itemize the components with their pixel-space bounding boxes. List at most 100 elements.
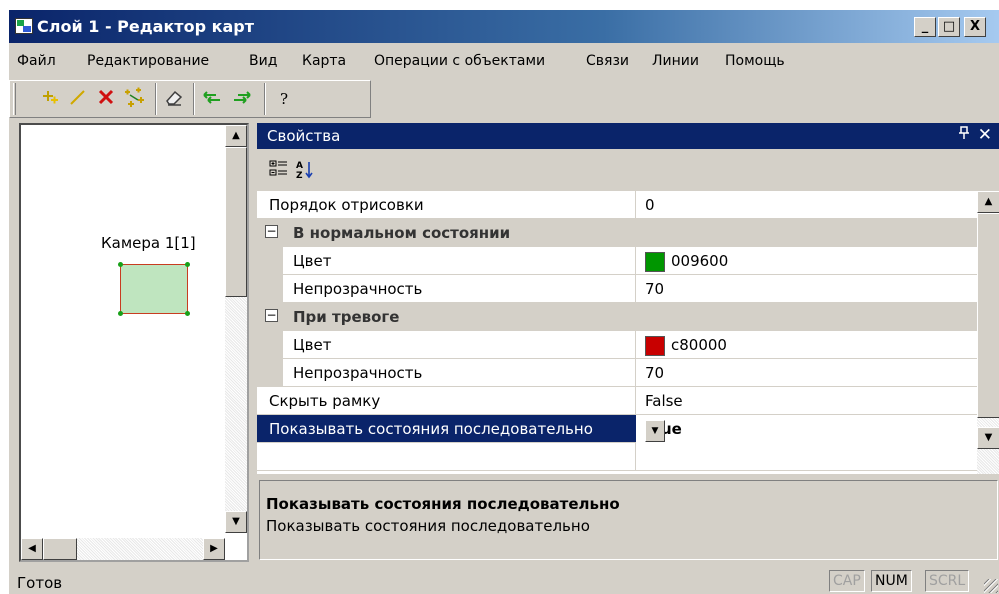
- draw-line-icon[interactable]: [65, 86, 91, 112]
- property-row[interactable]: Порядок отрисовки 0: [257, 191, 977, 219]
- scroll-thumb[interactable]: [225, 147, 247, 297]
- property-row[interactable]: Цвет 009600: [257, 247, 977, 275]
- status-text: Готов: [17, 574, 63, 592]
- num-lock-indicator: NUM: [871, 570, 912, 592]
- property-name: Непрозрачность: [293, 280, 423, 298]
- scroll-left-icon[interactable]: ◀: [21, 538, 43, 560]
- pin-icon[interactable]: [958, 126, 970, 144]
- category-name: В нормальном состоянии: [293, 224, 511, 242]
- toolbar-grip[interactable]: [13, 83, 16, 115]
- camera-zone[interactable]: [118, 262, 190, 316]
- property-row[interactable]: Скрыть рамку False: [257, 387, 977, 415]
- column-divider[interactable]: [635, 331, 636, 359]
- minimize-button[interactable]: _: [914, 17, 936, 37]
- menu-bar: Файл Редактирование Вид Карта Операции с…: [9, 48, 999, 74]
- map-editor-app-icon: [15, 18, 33, 34]
- map-horizontal-scrollbar[interactable]: ◀ ▶: [21, 538, 225, 560]
- menu-help[interactable]: Помощь: [725, 53, 785, 69]
- toolbar-separator: [264, 83, 266, 115]
- property-name: Показывать состояния последовательно: [269, 420, 593, 438]
- color-swatch: [645, 252, 665, 272]
- add-point-icon[interactable]: [37, 86, 63, 112]
- scroll-thumb[interactable]: [977, 213, 999, 418]
- property-value[interactable]: 009600: [671, 252, 728, 270]
- help-icon[interactable]: ?: [271, 86, 297, 112]
- properties-toolbar: AZ: [257, 149, 999, 191]
- scroll-up-icon[interactable]: ▲: [977, 191, 999, 213]
- column-divider[interactable]: [635, 191, 636, 219]
- panel-splitter[interactable]: [249, 123, 257, 562]
- caps-lock-indicator: CAP: [829, 570, 865, 592]
- property-grid: Порядок отрисовки 0 − В нормальном состо…: [257, 191, 977, 474]
- scroll-down-icon[interactable]: ▼: [977, 427, 999, 449]
- resize-handle[interactable]: [118, 311, 123, 316]
- column-divider[interactable]: [635, 359, 636, 387]
- column-divider[interactable]: [635, 275, 636, 303]
- collapse-icon[interactable]: −: [265, 225, 278, 238]
- property-row-empty: [257, 443, 977, 471]
- menu-view[interactable]: Вид: [249, 53, 277, 69]
- app-window: Слой 1 - Редактор карт _ □ X Файл Редакт…: [8, 9, 999, 594]
- property-value[interactable]: 0: [645, 196, 655, 214]
- properties-panel: Свойства ✕ AZ Порядок отрисовки 0 − В но…: [257, 123, 999, 562]
- scroll-up-icon[interactable]: ▲: [225, 125, 247, 147]
- edit-points-icon[interactable]: [121, 86, 147, 112]
- property-row-selected[interactable]: Показывать состояния последовательно Tru…: [257, 415, 977, 443]
- color-swatch: [645, 336, 665, 356]
- toolbar-frame: [9, 80, 371, 118]
- property-category[interactable]: − При тревоге: [257, 303, 977, 331]
- map-canvas[interactable]: Камера 1[1] ▲ ▼ ◀ ▶: [19, 123, 249, 562]
- property-category[interactable]: − В нормальном состоянии: [257, 219, 977, 247]
- property-value[interactable]: 70: [645, 280, 664, 298]
- close-button[interactable]: X: [964, 17, 986, 37]
- column-divider[interactable]: [635, 247, 636, 275]
- camera-label: Камера 1[1]: [101, 234, 196, 252]
- property-description: Показывать состояния последовательно Пок…: [259, 480, 998, 560]
- property-value[interactable]: False: [645, 392, 683, 410]
- map-vertical-scrollbar[interactable]: ▲ ▼: [225, 125, 247, 533]
- title-bar[interactable]: Слой 1 - Редактор карт _ □ X: [9, 10, 999, 43]
- properties-title: Свойства: [267, 127, 341, 145]
- collapse-icon[interactable]: −: [265, 309, 278, 322]
- alphabetical-sort-icon[interactable]: AZ: [293, 159, 317, 183]
- resize-handle[interactable]: [118, 262, 123, 267]
- menu-lines[interactable]: Линии: [652, 53, 699, 69]
- property-value-dropdown[interactable]: True ▼: [636, 415, 977, 443]
- resize-grip-icon[interactable]: [984, 579, 998, 593]
- column-divider[interactable]: [635, 387, 636, 415]
- column-divider: [635, 443, 636, 471]
- property-value[interactable]: c80000: [671, 336, 727, 354]
- resize-handle[interactable]: [185, 262, 190, 267]
- eraser-icon[interactable]: [161, 86, 187, 112]
- toolbar-separator: [155, 83, 157, 115]
- row-indent: [257, 247, 283, 275]
- menu-map[interactable]: Карта: [302, 53, 346, 69]
- dropdown-arrow-icon[interactable]: ▼: [645, 420, 665, 442]
- categorized-view-icon[interactable]: [267, 159, 291, 183]
- property-name: Скрыть рамку: [269, 392, 381, 410]
- scroll-thumb[interactable]: [43, 538, 77, 560]
- menu-object-operations[interactable]: Операции с объектами: [374, 53, 545, 69]
- property-row[interactable]: Цвет c80000: [257, 331, 977, 359]
- resize-handle[interactable]: [185, 311, 190, 316]
- property-row[interactable]: Непрозрачность 70: [257, 275, 977, 303]
- scroll-right-icon[interactable]: ▶: [203, 538, 225, 560]
- undo-icon[interactable]: [199, 86, 225, 112]
- menu-edit[interactable]: Редактирование: [87, 53, 209, 69]
- property-name: Цвет: [293, 336, 332, 354]
- scroll-lock-indicator: SCRL: [925, 570, 970, 592]
- menu-links[interactable]: Связи: [586, 53, 629, 69]
- property-name: Непрозрачность: [293, 364, 423, 382]
- property-grid-scrollbar[interactable]: ▲ ▼: [977, 191, 999, 474]
- menu-file[interactable]: Файл: [17, 53, 56, 69]
- property-row[interactable]: Непрозрачность 70: [257, 359, 977, 387]
- description-title: Показывать состояния последовательно: [266, 495, 620, 513]
- scroll-down-icon[interactable]: ▼: [225, 511, 247, 533]
- maximize-button[interactable]: □: [938, 17, 960, 37]
- close-panel-icon[interactable]: ✕: [978, 125, 992, 145]
- property-name: Порядок отрисовки: [269, 196, 424, 214]
- delete-icon[interactable]: [93, 86, 119, 112]
- property-value[interactable]: 70: [645, 364, 664, 382]
- redo-icon[interactable]: [229, 86, 255, 112]
- window-title: Слой 1 - Редактор карт: [37, 17, 254, 36]
